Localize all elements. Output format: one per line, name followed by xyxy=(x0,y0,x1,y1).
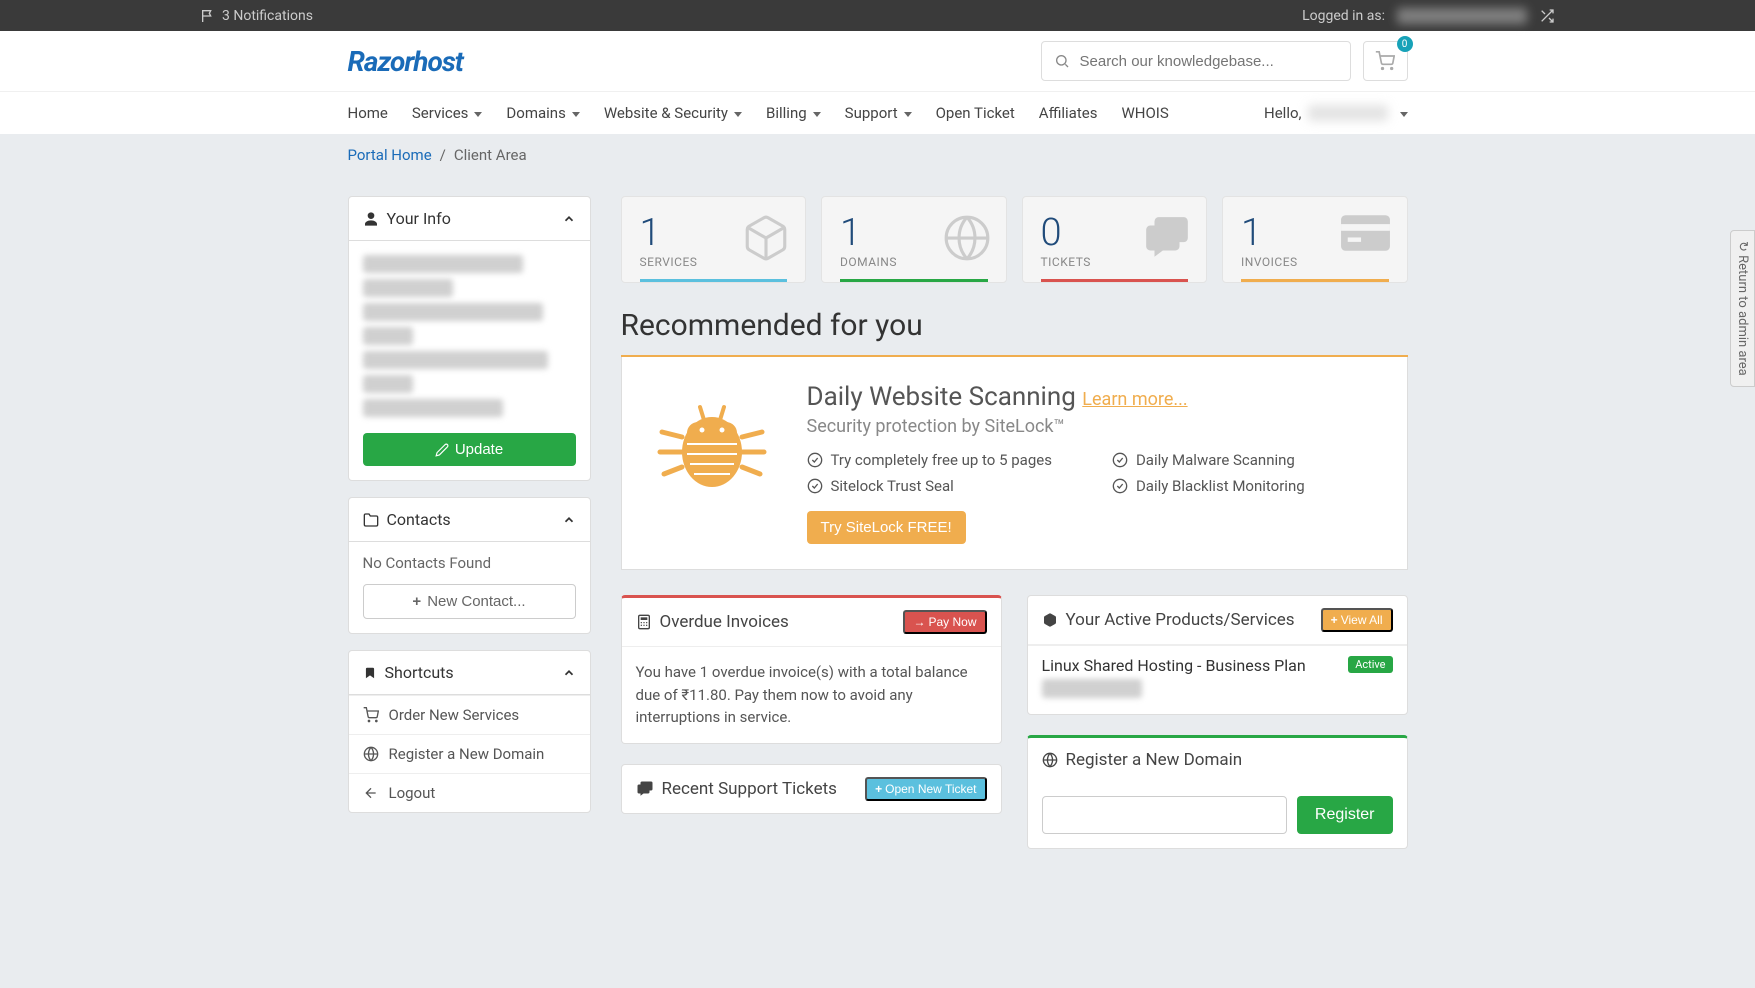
shortcut-logout[interactable]: Logout xyxy=(349,773,590,812)
stat-services[interactable]: 1 SERVICES xyxy=(621,196,807,283)
nav-affiliates[interactable]: Affiliates xyxy=(1039,104,1098,122)
recent-tickets-card: Recent Support Tickets +Open New Ticket xyxy=(621,764,1002,814)
username xyxy=(1308,105,1388,121)
search-input[interactable] xyxy=(1080,53,1338,70)
search-icon xyxy=(1054,53,1070,69)
bookmark-icon xyxy=(363,665,377,681)
try-sitelock-button[interactable]: Try SiteLock FREE! xyxy=(807,511,966,544)
header: Razorhost 0 xyxy=(0,31,1755,91)
return-admin-tab[interactable]: ↻ Return to admin area xyxy=(1730,230,1755,387)
overdue-title: Overdue Invoices xyxy=(660,612,789,632)
shuffle-icon[interactable] xyxy=(1539,8,1555,24)
domain-input[interactable] xyxy=(1042,796,1287,834)
chevron-down-icon xyxy=(1394,104,1408,122)
overdue-invoices-card: Overdue Invoices →Pay Now You have 1 ove… xyxy=(621,595,1002,744)
box-icon xyxy=(741,213,791,263)
nav-support[interactable]: Support xyxy=(845,104,912,122)
breadcrumb: Portal Home / Client Area xyxy=(0,134,1755,176)
register-button[interactable]: Register xyxy=(1297,796,1393,834)
your-info-body: xxxxx xxxxx xxxxx xxxxx xxxxx xxxxx xxxx… xyxy=(349,241,590,480)
calculator-icon xyxy=(636,614,652,630)
chevron-up-icon xyxy=(562,666,576,680)
breadcrumb-home[interactable]: Portal Home xyxy=(348,146,432,164)
view-all-button[interactable]: +View All xyxy=(1321,608,1393,632)
search-box[interactable] xyxy=(1041,41,1351,81)
nav-open-ticket[interactable]: Open Ticket xyxy=(936,104,1015,122)
status-badge: Active xyxy=(1348,656,1392,673)
logged-in-user xyxy=(1397,8,1527,24)
shortcut-register-domain[interactable]: Register a New Domain xyxy=(349,734,590,773)
notification-count[interactable]: 3 Notifications xyxy=(222,8,313,24)
product-row[interactable]: Linux Shared Hosting - Business Plan xxx… xyxy=(1028,645,1407,714)
reco-subtitle: Security protection by SiteLock™ xyxy=(807,416,1382,437)
top-bar: 3 Notifications Logged in as: xyxy=(0,0,1755,31)
stat-domains[interactable]: 1 DOMAINS xyxy=(821,196,1007,283)
user-icon xyxy=(363,211,379,227)
breadcrumb-current: Client Area xyxy=(454,146,527,164)
cart-button[interactable]: 0 xyxy=(1363,41,1408,81)
products-title: Your Active Products/Services xyxy=(1066,610,1295,630)
new-contact-button[interactable]: + New Contact... xyxy=(363,584,576,619)
tickets-title: Recent Support Tickets xyxy=(662,779,837,799)
shortcuts-panel: Shortcuts Order New Services Register a … xyxy=(348,650,591,813)
chat-icon xyxy=(1142,213,1192,263)
chevron-up-icon xyxy=(562,513,576,527)
reco-card: Daily Website Scanning Learn more... Sec… xyxy=(621,357,1408,570)
shortcut-order-services[interactable]: Order New Services xyxy=(349,695,590,734)
your-info-panel: Your Info xxxxx xxxxx xxxxx xxxxx xxxxx … xyxy=(348,196,591,481)
register-domain-title: Register a New Domain xyxy=(1066,750,1243,770)
reco-heading: Recommended for you xyxy=(621,308,1408,343)
stat-tickets[interactable]: 0 TICKETS xyxy=(1022,196,1208,283)
breadcrumb-sep: / xyxy=(440,146,446,164)
nav-whois[interactable]: WHOIS xyxy=(1121,104,1168,122)
product-name: Linux Shared Hosting - Business Plan xyxy=(1042,656,1306,675)
active-products-card: Your Active Products/Services +View All … xyxy=(1027,595,1408,715)
bug-icon xyxy=(647,382,777,544)
box-icon xyxy=(1042,612,1058,628)
logo[interactable]: Razorhost xyxy=(348,45,463,78)
nav-row: Home Services Domains Website & Security… xyxy=(0,91,1755,134)
contacts-panel: Contacts No Contacts Found + New Contact… xyxy=(348,497,591,634)
flag-icon xyxy=(200,8,216,24)
nav-billing[interactable]: Billing xyxy=(766,104,821,122)
globe-icon xyxy=(942,213,992,263)
your-info-title: Your Info xyxy=(387,209,451,228)
refresh-icon: ↻ xyxy=(1735,241,1750,252)
shortcuts-header[interactable]: Shortcuts xyxy=(349,651,590,695)
globe-icon xyxy=(1042,752,1058,768)
cart-badge: 0 xyxy=(1397,36,1413,52)
update-button[interactable]: Update xyxy=(363,433,576,466)
card-icon xyxy=(1338,213,1393,253)
comments-icon xyxy=(636,780,654,798)
plus-icon: + xyxy=(412,593,421,610)
reco-title: Daily Website Scanning xyxy=(807,382,1076,412)
nav-services[interactable]: Services xyxy=(412,104,483,122)
register-domain-card: Register a New Domain Register xyxy=(1027,735,1408,849)
reco-learn-more[interactable]: Learn more... xyxy=(1082,389,1187,410)
contacts-header[interactable]: Contacts xyxy=(349,498,590,542)
nav-domains[interactable]: Domains xyxy=(506,104,579,122)
shortcuts-title: Shortcuts xyxy=(385,663,454,682)
contacts-title: Contacts xyxy=(387,510,451,529)
open-new-ticket-button[interactable]: +Open New Ticket xyxy=(865,777,986,801)
chevron-up-icon xyxy=(562,212,576,226)
overdue-body: You have 1 overdue invoice(s) with a tot… xyxy=(622,647,1001,743)
user-menu[interactable]: Hello, xyxy=(1264,104,1407,122)
folder-icon xyxy=(363,512,379,528)
pay-now-button[interactable]: →Pay Now xyxy=(903,610,986,634)
stat-invoices[interactable]: 1 INVOICES xyxy=(1222,196,1408,283)
your-info-header[interactable]: Your Info xyxy=(349,197,590,241)
contacts-empty: No Contacts Found xyxy=(349,542,590,584)
nav-home[interactable]: Home xyxy=(348,104,388,122)
nav-website-security[interactable]: Website & Security xyxy=(604,104,742,122)
logged-in-label: Logged in as: xyxy=(1302,8,1385,24)
